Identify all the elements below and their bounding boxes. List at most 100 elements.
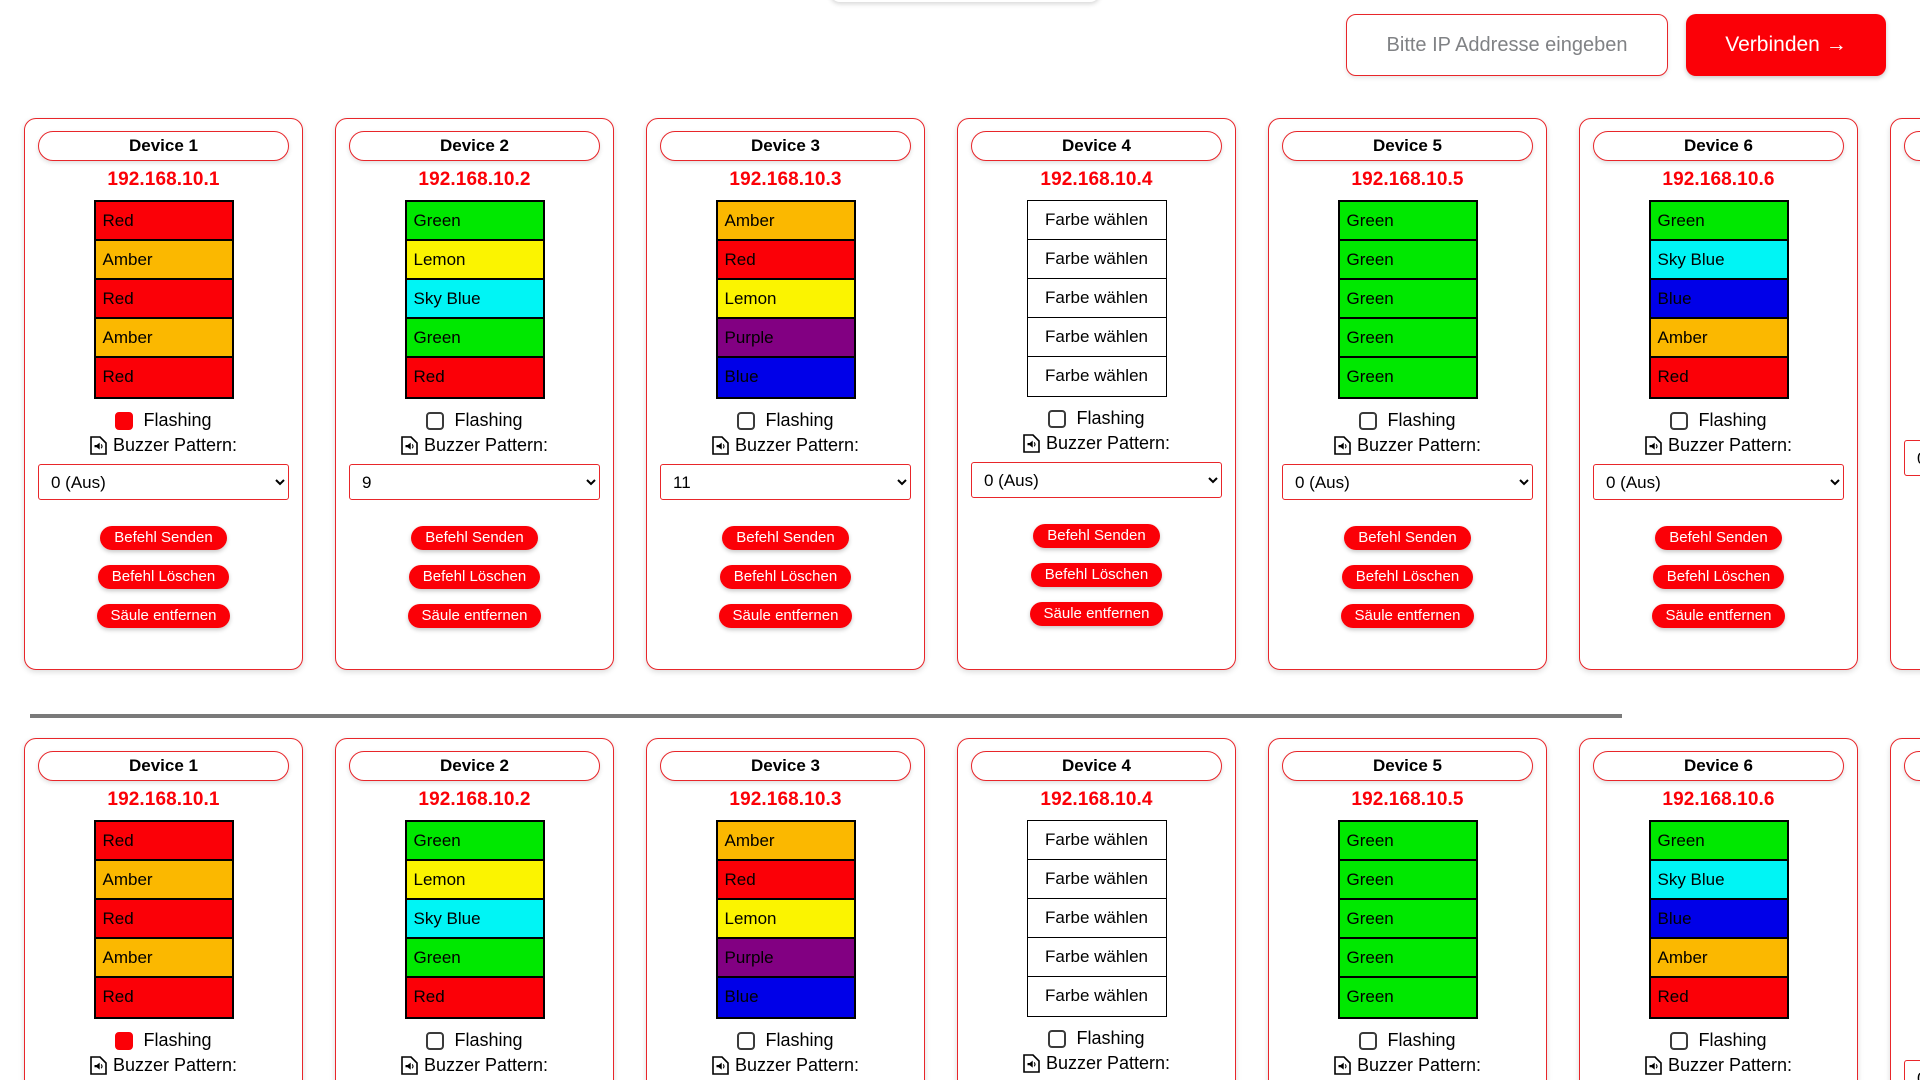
stack-segment-3[interactable]: Green xyxy=(1339,280,1476,319)
stack-segment-5[interactable]: Farbe wählen xyxy=(1027,977,1166,1016)
stack-segment-1[interactable]: Green xyxy=(406,822,543,861)
stack-segment-3[interactable]: Blue xyxy=(1650,280,1787,319)
remove-tower-button[interactable]: Säule entfernen xyxy=(1029,602,1164,626)
device-title[interactable] xyxy=(1904,751,1920,781)
send-command-button[interactable]: Befehl Senden xyxy=(1344,526,1471,550)
send-command-button[interactable]: Befehl Senden xyxy=(722,526,849,550)
stack-segment-4[interactable]: Amber xyxy=(95,939,232,978)
device-title[interactable]: Device 2 xyxy=(349,131,600,161)
stack-segment-4[interactable]: Farbe wählen xyxy=(1027,318,1166,357)
device-title[interactable] xyxy=(1904,131,1920,161)
clear-command-button[interactable]: Befehl Löschen xyxy=(408,565,541,589)
device-title[interactable]: Device 5 xyxy=(1282,131,1533,161)
buzzer-pattern-select[interactable]: 0 (Aus)911 xyxy=(1593,464,1844,500)
stack-segment-5[interactable]: Red xyxy=(95,358,232,397)
stack-segment-1[interactable]: Green xyxy=(1650,822,1787,861)
stack-segment-2[interactable]: Lemon xyxy=(406,861,543,900)
remove-tower-button[interactable]: Säule entfernen xyxy=(1651,604,1786,628)
stack-segment-2[interactable]: Amber xyxy=(95,241,232,280)
stack-segment-4[interactable]: Amber xyxy=(1650,939,1787,978)
clear-command-button[interactable]: Befehl Löschen xyxy=(1030,563,1163,587)
stack-segment-2[interactable]: Farbe wählen xyxy=(1027,860,1166,899)
send-command-button[interactable]: Befehl Senden xyxy=(100,526,227,550)
stack-segment-1[interactable]: Amber xyxy=(717,822,854,861)
send-command-button[interactable]: Befehl Senden xyxy=(411,526,538,550)
stack-segment-3[interactable]: Farbe wählen xyxy=(1027,279,1166,318)
stack-segment-2[interactable]: Sky Blue xyxy=(1650,861,1787,900)
stack-segment-4[interactable]: Amber xyxy=(95,319,232,358)
stack-segment-2[interactable]: Red xyxy=(717,861,854,900)
flashing-checkbox[interactable] xyxy=(737,411,756,430)
stack-segment-4[interactable]: Amber xyxy=(1650,319,1787,358)
stack-segment-4[interactable]: Purple xyxy=(717,939,854,978)
stack-segment-3[interactable]: Lemon xyxy=(717,900,854,939)
send-command-button[interactable]: Befehl Senden xyxy=(1655,526,1782,550)
flashing-checkbox[interactable] xyxy=(115,1031,134,1050)
stack-segment-2[interactable]: Lemon xyxy=(406,241,543,280)
stack-segment-4[interactable]: Green xyxy=(406,319,543,358)
stack-segment-5[interactable]: Blue xyxy=(717,978,854,1017)
connect-button[interactable]: Verbinden → xyxy=(1686,14,1886,76)
stack-segment-2[interactable]: Green xyxy=(1339,861,1476,900)
buzzer-pattern-select[interactable]: 0 (Aus)911 xyxy=(660,464,911,500)
stack-segment-5[interactable]: Red xyxy=(1650,978,1787,1017)
device-title[interactable]: Device 4 xyxy=(971,751,1222,781)
stack-segment-5[interactable]: Green xyxy=(1339,978,1476,1017)
stack-segment-5[interactable]: Red xyxy=(1650,358,1787,397)
device-title[interactable]: Device 5 xyxy=(1282,751,1533,781)
stack-segment-3[interactable]: Lemon xyxy=(717,280,854,319)
clear-command-button[interactable]: Befehl Löschen xyxy=(97,565,230,589)
stack-segment-1[interactable]: Farbe wählen xyxy=(1027,821,1166,860)
stack-segment-5[interactable]: Blue xyxy=(717,358,854,397)
stack-segment-3[interactable]: Red xyxy=(95,280,232,319)
clear-command-button[interactable]: Befehl Löschen xyxy=(1652,565,1785,589)
stack-segment-4[interactable]: Green xyxy=(1339,319,1476,358)
flashing-checkbox[interactable] xyxy=(1670,1031,1689,1050)
device-title[interactable]: Device 3 xyxy=(660,131,911,161)
device-title[interactable]: Device 1 xyxy=(38,751,289,781)
stack-segment-5[interactable]: Farbe wählen xyxy=(1027,357,1166,396)
buzzer-pattern-select[interactable]: 0 (Aus)911 xyxy=(349,464,600,500)
stack-segment-1[interactable]: Red xyxy=(95,202,232,241)
device-title[interactable]: Device 6 xyxy=(1593,751,1844,781)
remove-tower-button[interactable]: Säule entfernen xyxy=(1340,604,1475,628)
stack-segment-1[interactable]: Green xyxy=(1339,202,1476,241)
stack-segment-1[interactable]: Green xyxy=(406,202,543,241)
stack-segment-4[interactable]: Green xyxy=(406,939,543,978)
stack-segment-5[interactable]: Green xyxy=(1339,358,1476,397)
stack-segment-2[interactable]: Green xyxy=(1339,241,1476,280)
device-title[interactable]: Device 1 xyxy=(38,131,289,161)
stack-segment-4[interactable]: Farbe wählen xyxy=(1027,938,1166,977)
flashing-checkbox[interactable] xyxy=(1670,411,1689,430)
stack-segment-5[interactable]: Red xyxy=(406,978,543,1017)
flashing-checkbox[interactable] xyxy=(426,1031,445,1050)
device-title[interactable]: Device 6 xyxy=(1593,131,1844,161)
buzzer-pattern-select[interactable]: 0 (Aus)911 xyxy=(1904,1060,1920,1080)
stack-segment-2[interactable]: Red xyxy=(717,241,854,280)
flashing-checkbox[interactable] xyxy=(1048,1029,1067,1048)
device-title[interactable]: Device 3 xyxy=(660,751,911,781)
send-command-button[interactable]: Befehl Senden xyxy=(1033,524,1160,548)
stack-segment-3[interactable]: Sky Blue xyxy=(406,900,543,939)
stack-segment-2[interactable]: Amber xyxy=(95,861,232,900)
stack-segment-3[interactable]: Farbe wählen xyxy=(1027,899,1166,938)
stack-segment-3[interactable]: Red xyxy=(95,900,232,939)
flashing-checkbox[interactable] xyxy=(426,411,445,430)
stack-segment-1[interactable]: Amber xyxy=(717,202,854,241)
device-title[interactable]: Device 2 xyxy=(349,751,600,781)
device-title[interactable]: Device 4 xyxy=(971,131,1222,161)
clear-command-button[interactable]: Befehl Löschen xyxy=(1341,565,1474,589)
stack-segment-2[interactable]: Sky Blue xyxy=(1650,241,1787,280)
stack-segment-1[interactable]: Farbe wählen xyxy=(1027,201,1166,240)
remove-tower-button[interactable]: Säule entfernen xyxy=(96,604,231,628)
buzzer-pattern-select[interactable]: 0 (Aus)911 xyxy=(971,462,1222,498)
buzzer-pattern-select[interactable]: 0 (Aus)911 xyxy=(1904,440,1920,476)
stack-segment-3[interactable]: Sky Blue xyxy=(406,280,543,319)
stack-segment-4[interactable]: Purple xyxy=(717,319,854,358)
stack-segment-2[interactable]: Farbe wählen xyxy=(1027,240,1166,279)
buzzer-pattern-select[interactable]: 0 (Aus)911 xyxy=(1282,464,1533,500)
buzzer-pattern-select[interactable]: 0 (Aus)911 xyxy=(38,464,289,500)
stack-segment-1[interactable]: Green xyxy=(1650,202,1787,241)
flashing-checkbox[interactable] xyxy=(1359,1031,1378,1050)
stack-segment-3[interactable]: Green xyxy=(1339,900,1476,939)
